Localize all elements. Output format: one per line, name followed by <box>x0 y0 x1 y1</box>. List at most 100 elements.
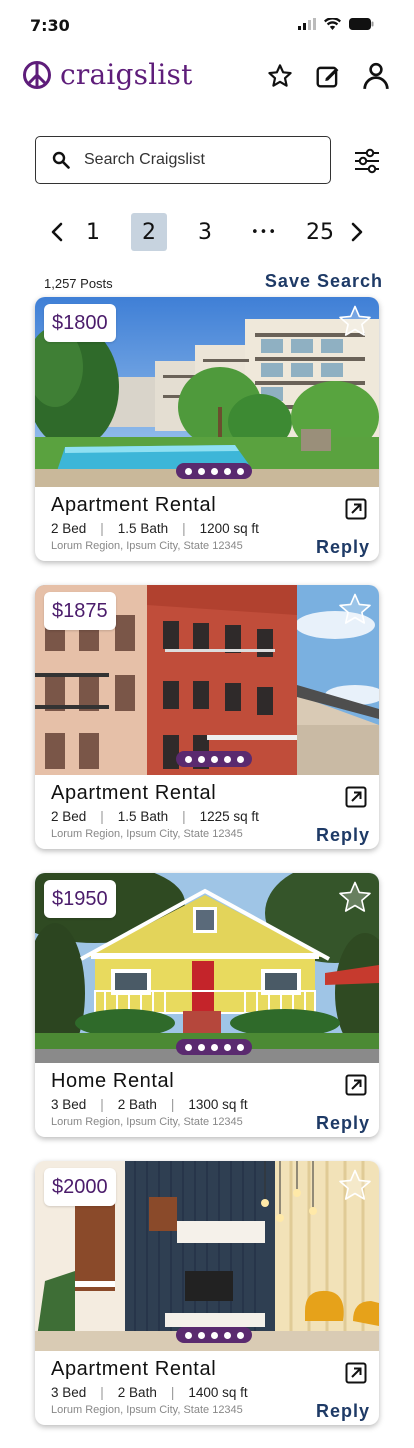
posts-count: 1,257 Posts <box>44 276 113 291</box>
account-button[interactable] <box>362 62 390 90</box>
listing-address: Lorum Region, Ipsum City, State 12345 <box>51 828 243 840</box>
photo-carousel-indicator[interactable] <box>176 1039 252 1055</box>
carousel-dot[interactable] <box>236 467 244 475</box>
carousel-dot[interactable] <box>184 1331 192 1339</box>
listing-photo-modern-living-room[interactable]: $2000 <box>35 1161 379 1351</box>
spec-divider: | <box>100 521 104 536</box>
open-external-icon[interactable] <box>345 1074 367 1096</box>
page-ellipsis: ••• <box>250 224 277 240</box>
save-search-button[interactable]: Save Search <box>265 271 383 292</box>
carousel-dot[interactable] <box>197 1331 205 1339</box>
carousel-dot[interactable] <box>223 1331 231 1339</box>
peace-sign-icon <box>23 60 51 89</box>
reply-button[interactable]: Reply <box>316 537 370 558</box>
next-page-button[interactable] <box>344 213 370 251</box>
battery-icon <box>349 18 374 30</box>
favorite-star-icon[interactable] <box>337 1168 373 1204</box>
carousel-dot[interactable] <box>236 755 244 763</box>
listing-photo-yellow-house[interactable]: $1950 <box>35 873 379 1063</box>
pagination: 1 2 3 ••• 25 <box>40 213 370 251</box>
listing-sqft: 1300 sq ft <box>188 1097 248 1112</box>
spec-divider: | <box>182 521 186 536</box>
open-external-icon[interactable] <box>345 498 367 520</box>
carousel-dot[interactable] <box>223 467 231 475</box>
header-actions <box>266 62 390 90</box>
listing-price: $1800 <box>44 304 116 342</box>
photo-carousel-indicator[interactable] <box>176 463 252 479</box>
carousel-dot[interactable] <box>197 755 205 763</box>
listing-beds: 2 Bed <box>51 521 87 536</box>
carousel-dot[interactable] <box>223 1043 231 1051</box>
carousel-dot[interactable] <box>197 1043 205 1051</box>
carousel-dot[interactable] <box>184 755 192 763</box>
listing-photo-apartment-pool[interactable]: $1800 <box>35 297 379 487</box>
listing-beds: 2 Bed <box>51 809 87 824</box>
photo-carousel-indicator[interactable] <box>176 751 252 767</box>
status-icons <box>298 18 374 30</box>
listing-specs: 3 Bed | 2 Bath | 1300 sq ft <box>51 1097 248 1112</box>
page-25-button[interactable]: 25 <box>302 213 338 251</box>
listing-specs: 2 Bed | 1.5 Bath | 1225 sq ft <box>51 809 259 824</box>
listing-address: Lorum Region, Ipsum City, State 12345 <box>51 1404 243 1416</box>
favorite-star-icon[interactable] <box>337 880 373 916</box>
user-icon <box>363 62 389 90</box>
listing-sqft: 1400 sq ft <box>188 1385 248 1400</box>
spec-divider: | <box>182 809 186 824</box>
carousel-dot[interactable] <box>184 1043 192 1051</box>
spec-divider: | <box>170 1385 175 1400</box>
listing-title: Apartment Rental <box>51 1358 217 1380</box>
carousel-dot[interactable] <box>184 467 192 475</box>
carousel-dot[interactable] <box>236 1043 244 1051</box>
open-external-icon[interactable] <box>345 786 367 808</box>
listing-card[interactable]: $1875 Apartment Rental 2 Bed | 1.5 Bath … <box>35 585 379 849</box>
listing-price: $1875 <box>44 592 116 630</box>
photo-carousel-indicator[interactable] <box>176 1327 252 1343</box>
favorite-star-icon[interactable] <box>337 592 373 628</box>
listing-baths: 2 Bath <box>117 1097 157 1112</box>
wifi-icon <box>324 18 341 30</box>
edit-icon <box>316 66 339 88</box>
listing-card[interactable]: $2000 Apartment Rental 3 Bed | 2 Bath | … <box>35 1161 379 1425</box>
app-name: craigslist <box>60 58 193 91</box>
carousel-dot[interactable] <box>197 467 205 475</box>
carousel-dot[interactable] <box>210 755 218 763</box>
status-time: 7:30 <box>30 16 70 35</box>
listing-sqft: 1225 sq ft <box>199 809 259 824</box>
search-bar[interactable] <box>35 136 331 184</box>
listing-card[interactable]: $1800 Apartment Rental 2 Bed | 1.5 Bath … <box>35 297 379 561</box>
carousel-dot[interactable] <box>210 1331 218 1339</box>
reply-button[interactable]: Reply <box>316 825 370 846</box>
page-1-button[interactable]: 1 <box>78 213 108 251</box>
spec-divider: | <box>100 809 104 824</box>
reply-button[interactable]: Reply <box>316 1113 370 1134</box>
craigslist-logo[interactable]: craigslist <box>22 58 193 91</box>
carousel-dot[interactable] <box>236 1331 244 1339</box>
post-button[interactable] <box>314 62 342 90</box>
listing-address: Lorum Region, Ipsum City, State 12345 <box>51 1116 243 1128</box>
filter-button[interactable] <box>352 146 382 176</box>
favorites-button[interactable] <box>266 62 294 90</box>
star-outline-icon <box>268 64 292 87</box>
listing-address: Lorum Region, Ipsum City, State 12345 <box>51 540 243 552</box>
previous-page-button[interactable] <box>44 213 70 251</box>
spec-divider: | <box>100 1385 104 1400</box>
carousel-dot[interactable] <box>223 755 231 763</box>
search-input[interactable] <box>84 137 324 182</box>
page-3-button[interactable]: 3 <box>190 213 220 251</box>
listing-photo-brick-apartments[interactable]: $1875 <box>35 585 379 775</box>
listing-sqft: 1200 sq ft <box>199 521 259 536</box>
spec-divider: | <box>100 1097 104 1112</box>
listing-beds: 3 Bed <box>51 1385 87 1400</box>
status-bar: 7:30 <box>0 0 414 46</box>
favorite-star-icon[interactable] <box>337 304 373 340</box>
carousel-dot[interactable] <box>210 467 218 475</box>
listing-beds: 3 Bed <box>51 1097 87 1112</box>
listing-card[interactable]: $1950 Home Rental 3 Bed | 2 Bath | 1300 … <box>35 873 379 1137</box>
spec-divider: | <box>170 1097 175 1112</box>
open-external-icon[interactable] <box>345 1362 367 1384</box>
reply-button[interactable]: Reply <box>316 1401 370 1422</box>
listing-specs: 2 Bed | 1.5 Bath | 1200 sq ft <box>51 521 259 536</box>
app-header: craigslist <box>0 50 414 106</box>
carousel-dot[interactable] <box>210 1043 218 1051</box>
page-2-button[interactable]: 2 <box>131 213 167 251</box>
